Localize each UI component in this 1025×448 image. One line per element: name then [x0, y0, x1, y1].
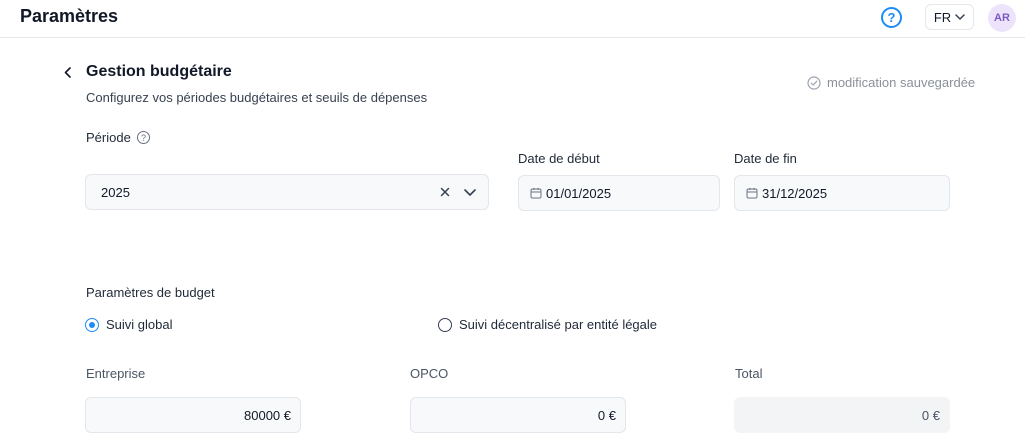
top-bar: Paramètres ? FR AR [0, 0, 1025, 38]
calendar-icon [530, 188, 542, 199]
app-title: Paramètres [20, 6, 119, 26]
total-amount-field: 0 € [734, 397, 950, 433]
end-date-input[interactable]: 31/12/2025 [734, 175, 950, 211]
chevron-down-icon [955, 14, 965, 20]
radio-label: Suivi décentralisé par entité légale [459, 317, 658, 332]
check-circle-icon [807, 75, 821, 90]
language-selector[interactable]: FR [925, 4, 974, 30]
start-date-label: Date de début [518, 151, 600, 166]
total-label: Total [735, 366, 763, 381]
opco-label: OPCO [410, 366, 449, 381]
save-status-text: modification sauvegardée [827, 75, 976, 90]
radio-button[interactable] [438, 317, 452, 332]
calendar-icon [746, 188, 758, 199]
radio-label: Suivi global [106, 317, 173, 332]
period-label: Période [86, 130, 131, 145]
company-amount-value: 80000 € [244, 407, 291, 423]
opco-amount-input[interactable]: 0 € [410, 397, 626, 433]
close-icon[interactable] [440, 187, 450, 197]
period-select[interactable]: 2025 [85, 174, 489, 210]
language-value: FR [933, 9, 952, 25]
page-subtitle: Configurez vos périodes budgétaires et s… [86, 90, 428, 105]
info-icon[interactable]: ? [137, 131, 150, 144]
chevron-down-icon[interactable] [464, 188, 476, 196]
radio-decentralized-tracking[interactable]: Suivi décentralisé par entité légale [438, 317, 657, 332]
company-amount-input[interactable]: 80000 € [85, 397, 301, 433]
end-date-value: 31/12/2025 [762, 185, 828, 201]
start-date-input[interactable]: 01/01/2025 [518, 175, 720, 211]
back-button[interactable] [60, 64, 74, 80]
company-label: Entreprise [86, 366, 146, 381]
end-date-label: Date de fin [734, 151, 797, 166]
chevron-left-icon [64, 66, 71, 78]
period-value: 2025 [101, 184, 130, 200]
page-title: Gestion budgétaire [86, 63, 232, 80]
opco-amount-value: 0 € [597, 407, 616, 423]
budget-section-label: Paramètres de budget [86, 285, 215, 300]
avatar[interactable]: AR [988, 4, 1016, 32]
save-status: modification sauvegardée [807, 75, 975, 90]
help-icon[interactable]: ? [881, 7, 902, 28]
start-date-value: 01/01/2025 [546, 185, 612, 201]
total-amount-value: 0 € [921, 407, 940, 423]
radio-global-tracking[interactable]: Suivi global [85, 317, 173, 332]
radio-button-selected[interactable] [85, 317, 99, 332]
